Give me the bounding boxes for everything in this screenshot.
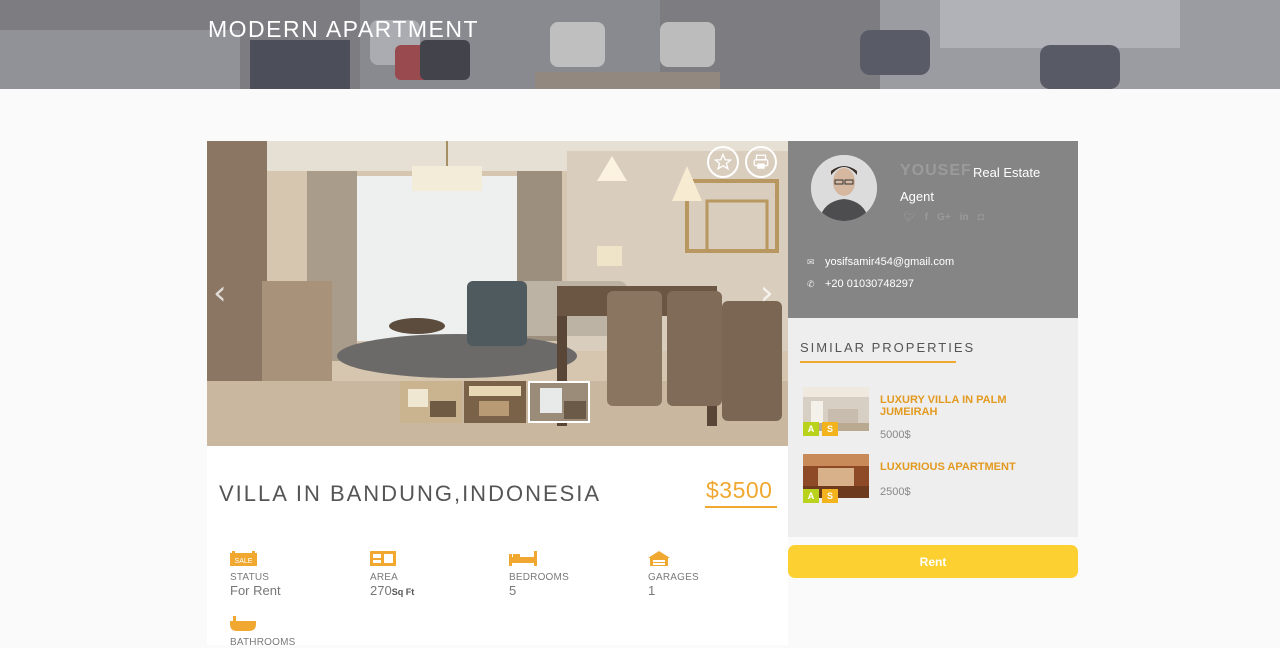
feature-bedrooms: BEDROOMS 5 [509, 551, 569, 598]
star-icon [714, 153, 732, 171]
google-plus-icon[interactable]: G+ [937, 212, 951, 223]
badge-s: S [822, 422, 838, 436]
chevron-left-icon[interactable]: ‹ [213, 276, 227, 310]
favorite-button[interactable] [707, 146, 739, 178]
agent-name: YOUSEF [900, 162, 972, 179]
print-button[interactable] [745, 146, 777, 178]
bed-icon [509, 551, 537, 566]
feature-value: 270Sq Ft [370, 583, 414, 598]
feature-value: For Rent [230, 583, 281, 598]
feature-bathrooms: BATHROOMS [230, 616, 296, 648]
page-title: MODERN APARTMENT [208, 16, 480, 42]
linkedin-icon[interactable]: in [960, 212, 969, 223]
gallery-thumbnails [400, 381, 592, 423]
instagram-icon[interactable]: ◘ [978, 212, 984, 223]
phone-icon: ✆ [807, 278, 815, 289]
bathtub-icon [230, 616, 256, 631]
banner-background [0, 0, 1280, 89]
sale-tag-text: SALE [235, 558, 253, 565]
gallery-thumbnail[interactable] [464, 381, 526, 423]
agent-phone-text: +20 01030748297 [825, 278, 915, 290]
agent-photo [811, 155, 877, 221]
area-unit: Sq Ft [391, 587, 415, 597]
rent-button[interactable]: Rent [788, 545, 1078, 578]
similar-item-price: 5000$ [880, 429, 911, 441]
printer-icon [753, 154, 769, 169]
property-title: VILLA IN BANDUNG,INDONESIA [219, 481, 602, 506]
badge-a: A [803, 422, 819, 436]
agent-role-continued: Agent [900, 189, 934, 204]
sale-tag-icon: SALE [230, 551, 257, 566]
badge-a: A [803, 489, 819, 503]
agent-email[interactable]: ✉ yosifsamir454@gmail.com [807, 256, 954, 268]
similar-item-price: 2500$ [880, 486, 911, 498]
feature-label: AREA [370, 572, 399, 583]
facebook-icon[interactable]: f [925, 212, 928, 223]
similar-item-name[interactable]: LUXURY VILLA IN PALM JUMEIRAH [880, 394, 1030, 418]
badge-s: S [822, 489, 838, 503]
similar-title-underline [800, 361, 956, 363]
similar-item-name[interactable]: LUXURIOUS APARTMENT [880, 461, 1030, 473]
property-price: $3500 [706, 477, 773, 503]
gallery-thumbnail[interactable] [400, 381, 462, 423]
feature-label: BATHROOMS [230, 637, 296, 648]
avatar [811, 155, 877, 221]
page-banner: MODERN APARTMENT [0, 0, 1280, 89]
feature-garages: GARAGES 1 [648, 551, 699, 598]
twitter-icon[interactable]: 🐦︎ [903, 212, 916, 223]
agent-phone[interactable]: ✆ +20 01030748297 [807, 278, 914, 290]
mail-icon: ✉ [807, 256, 815, 267]
feature-area: AREA 270Sq Ft [370, 551, 414, 598]
gallery-thumbnail-active[interactable] [528, 381, 590, 423]
feature-label: STATUS [230, 572, 270, 583]
price-underline [705, 506, 777, 508]
agent-social-links: 🐦︎ f G+ in ◘ [903, 212, 984, 223]
agent-role: Real Estate [973, 165, 1041, 180]
feature-value: 5 [509, 583, 517, 598]
feature-value: 1 [648, 583, 656, 598]
area-icon [370, 551, 396, 566]
property-gallery[interactable] [207, 141, 788, 446]
garage-icon [648, 551, 670, 566]
agent-email-text: yosifsamir454@gmail.com [825, 256, 955, 268]
area-value: 270 [370, 583, 392, 598]
feature-label: GARAGES [648, 572, 699, 583]
feature-label: BEDROOMS [509, 572, 569, 583]
feature-status: SALE STATUS For Rent [230, 551, 281, 598]
similar-properties-title: SIMILAR PROPERTIES [800, 340, 976, 355]
chevron-right-icon[interactable]: › [760, 276, 774, 310]
